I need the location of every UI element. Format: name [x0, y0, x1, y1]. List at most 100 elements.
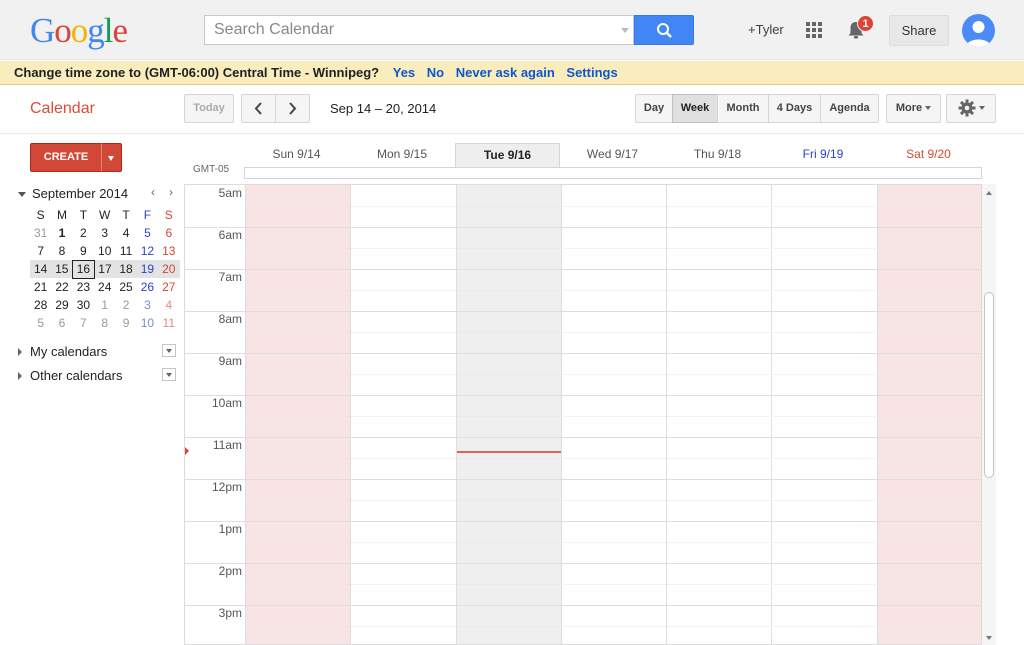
day-header[interactable]: Fri 9/19 [770, 143, 876, 167]
day-header[interactable]: Mon 9/15 [349, 143, 455, 167]
timezone-settings-link[interactable]: Settings [566, 65, 617, 80]
next-period-button[interactable] [275, 94, 310, 123]
search-button[interactable] [634, 15, 694, 45]
mini-calendar-day[interactable]: 13 [158, 242, 179, 260]
day-header[interactable]: Sat 9/20 [876, 143, 981, 167]
day-column[interactable] [561, 185, 666, 644]
day-header[interactable]: Tue 9/16 [455, 143, 560, 167]
mini-calendar-day[interactable]: 10 [94, 242, 115, 260]
mini-calendar-day[interactable]: 15 [51, 260, 73, 278]
my-calendars-label[interactable]: My calendars [30, 344, 107, 359]
mini-calendar-day[interactable]: 1 [51, 224, 72, 242]
day-column[interactable] [771, 185, 877, 644]
mini-calendar-day[interactable]: 4 [115, 224, 136, 242]
mini-calendar-day[interactable]: 30 [73, 296, 94, 314]
mini-calendar-day[interactable]: 26 [137, 278, 158, 296]
mini-calendar-day[interactable]: 2 [73, 224, 94, 242]
mini-calendar-day[interactable]: 25 [115, 278, 136, 296]
previous-period-button[interactable] [241, 94, 276, 123]
mini-calendar-day[interactable]: 3 [94, 224, 115, 242]
all-day-row[interactable] [244, 167, 982, 179]
day-column[interactable] [877, 185, 982, 644]
my-calendars-section[interactable]: My calendars [18, 343, 176, 361]
mini-calendar-day[interactable]: 19 [136, 260, 159, 278]
day-column[interactable] [245, 185, 350, 644]
mini-calendar-day[interactable]: 8 [51, 242, 72, 260]
search-input[interactable] [205, 16, 605, 44]
apps-grid-icon[interactable] [806, 22, 822, 38]
today-button[interactable]: Today [184, 94, 234, 123]
mini-calendar-day[interactable]: 8 [94, 314, 115, 332]
more-views-button[interactable]: More [886, 94, 941, 123]
search-options-caret-icon[interactable] [621, 28, 629, 33]
mini-calendar-day[interactable]: 16 [72, 259, 95, 279]
mini-calendar-day[interactable]: 11 [115, 242, 136, 260]
mini-calendar-day[interactable]: 7 [30, 242, 51, 260]
mini-calendar-day[interactable]: 18 [115, 260, 137, 278]
day-header[interactable]: Sun 9/14 [244, 143, 349, 167]
search-box[interactable] [204, 15, 634, 45]
user-profile-link[interactable]: +Tyler [748, 22, 784, 37]
share-button[interactable]: Share [889, 15, 949, 46]
mini-calendar-day[interactable]: 22 [51, 278, 72, 296]
mini-calendar-day[interactable]: 12 [137, 242, 158, 260]
other-calendars-label[interactable]: Other calendars [30, 368, 123, 383]
settings-button[interactable] [946, 94, 996, 123]
day-column[interactable] [456, 185, 561, 644]
scroll-down-icon[interactable] [986, 636, 992, 640]
timezone-yes-link[interactable]: Yes [393, 65, 415, 80]
mini-calendar-day[interactable]: 23 [73, 278, 94, 296]
day-header[interactable]: Thu 9/18 [665, 143, 770, 167]
mini-calendar-day[interactable]: 4 [158, 296, 179, 314]
day-column[interactable] [350, 185, 456, 644]
my-calendars-dropdown-icon[interactable] [162, 344, 176, 357]
mini-calendar-day[interactable]: 1 [94, 296, 115, 314]
expand-triangle-icon[interactable] [18, 372, 22, 380]
create-dropdown-button[interactable] [101, 143, 122, 172]
timezone-no-link[interactable]: No [427, 65, 444, 80]
app-title[interactable]: Calendar [30, 100, 95, 118]
time-grid[interactable]: 5am 6am 7am 8am 9am 10am 11am 12pm 1pm 2pm 3pm [184, 184, 996, 645]
other-calendars-dropdown-icon[interactable] [162, 368, 176, 381]
scroll-up-icon[interactable] [986, 191, 992, 195]
mini-calendar-day[interactable]: 10 [137, 314, 158, 332]
other-calendars-section[interactable]: Other calendars [18, 367, 176, 385]
create-event-button[interactable]: CREATE [30, 143, 102, 172]
view-4days-button[interactable]: 4 Days [768, 94, 821, 123]
expand-triangle-icon[interactable] [18, 348, 22, 356]
mini-calendar-day[interactable]: 17 [94, 260, 116, 278]
mini-calendar-day[interactable]: 21 [30, 278, 51, 296]
mini-calendar-day[interactable]: 6 [158, 224, 179, 242]
notification-count-badge[interactable]: 1 [857, 15, 874, 32]
mini-calendar-day[interactable]: 20 [158, 260, 180, 278]
mini-calendar-month-title[interactable]: September 2014 [32, 186, 128, 201]
mini-calendar-next-icon[interactable]: › [165, 185, 177, 199]
mini-calendar-day[interactable]: 31 [30, 224, 51, 242]
mini-calendar-day[interactable]: 7 [73, 314, 94, 332]
mini-calendar-prev-icon[interactable]: ‹ [147, 185, 159, 199]
view-day-button[interactable]: Day [635, 94, 673, 123]
mini-calendar-day[interactable]: 2 [115, 296, 136, 314]
mini-calendar-day[interactable]: 3 [137, 296, 158, 314]
scrollbar-thumb[interactable] [984, 292, 994, 478]
google-logo[interactable]: Google [30, 11, 128, 51]
view-agenda-button[interactable]: Agenda [820, 94, 879, 123]
view-month-button[interactable]: Month [717, 94, 769, 123]
view-week-button[interactable]: Week [672, 94, 718, 123]
mini-calendar-day[interactable]: 6 [51, 314, 72, 332]
mini-calendar-day[interactable]: 9 [73, 242, 94, 260]
day-header[interactable]: Wed 9/17 [560, 143, 665, 167]
mini-calendar-day[interactable]: 14 [30, 260, 52, 278]
day-column[interactable] [666, 185, 771, 644]
avatar[interactable] [962, 14, 995, 47]
mini-calendar-day[interactable]: 29 [51, 296, 72, 314]
timezone-never-ask-link[interactable]: Never ask again [456, 65, 555, 80]
collapse-triangle-icon[interactable] [18, 192, 26, 197]
scrollbar[interactable] [981, 184, 996, 645]
mini-calendar-day[interactable]: 5 [137, 224, 158, 242]
mini-calendar-day[interactable]: 9 [115, 314, 136, 332]
mini-calendar-day[interactable]: 27 [158, 278, 179, 296]
mini-calendar-day[interactable]: 28 [30, 296, 51, 314]
mini-calendar-day[interactable]: 5 [30, 314, 51, 332]
mini-calendar-day[interactable]: 24 [94, 278, 115, 296]
